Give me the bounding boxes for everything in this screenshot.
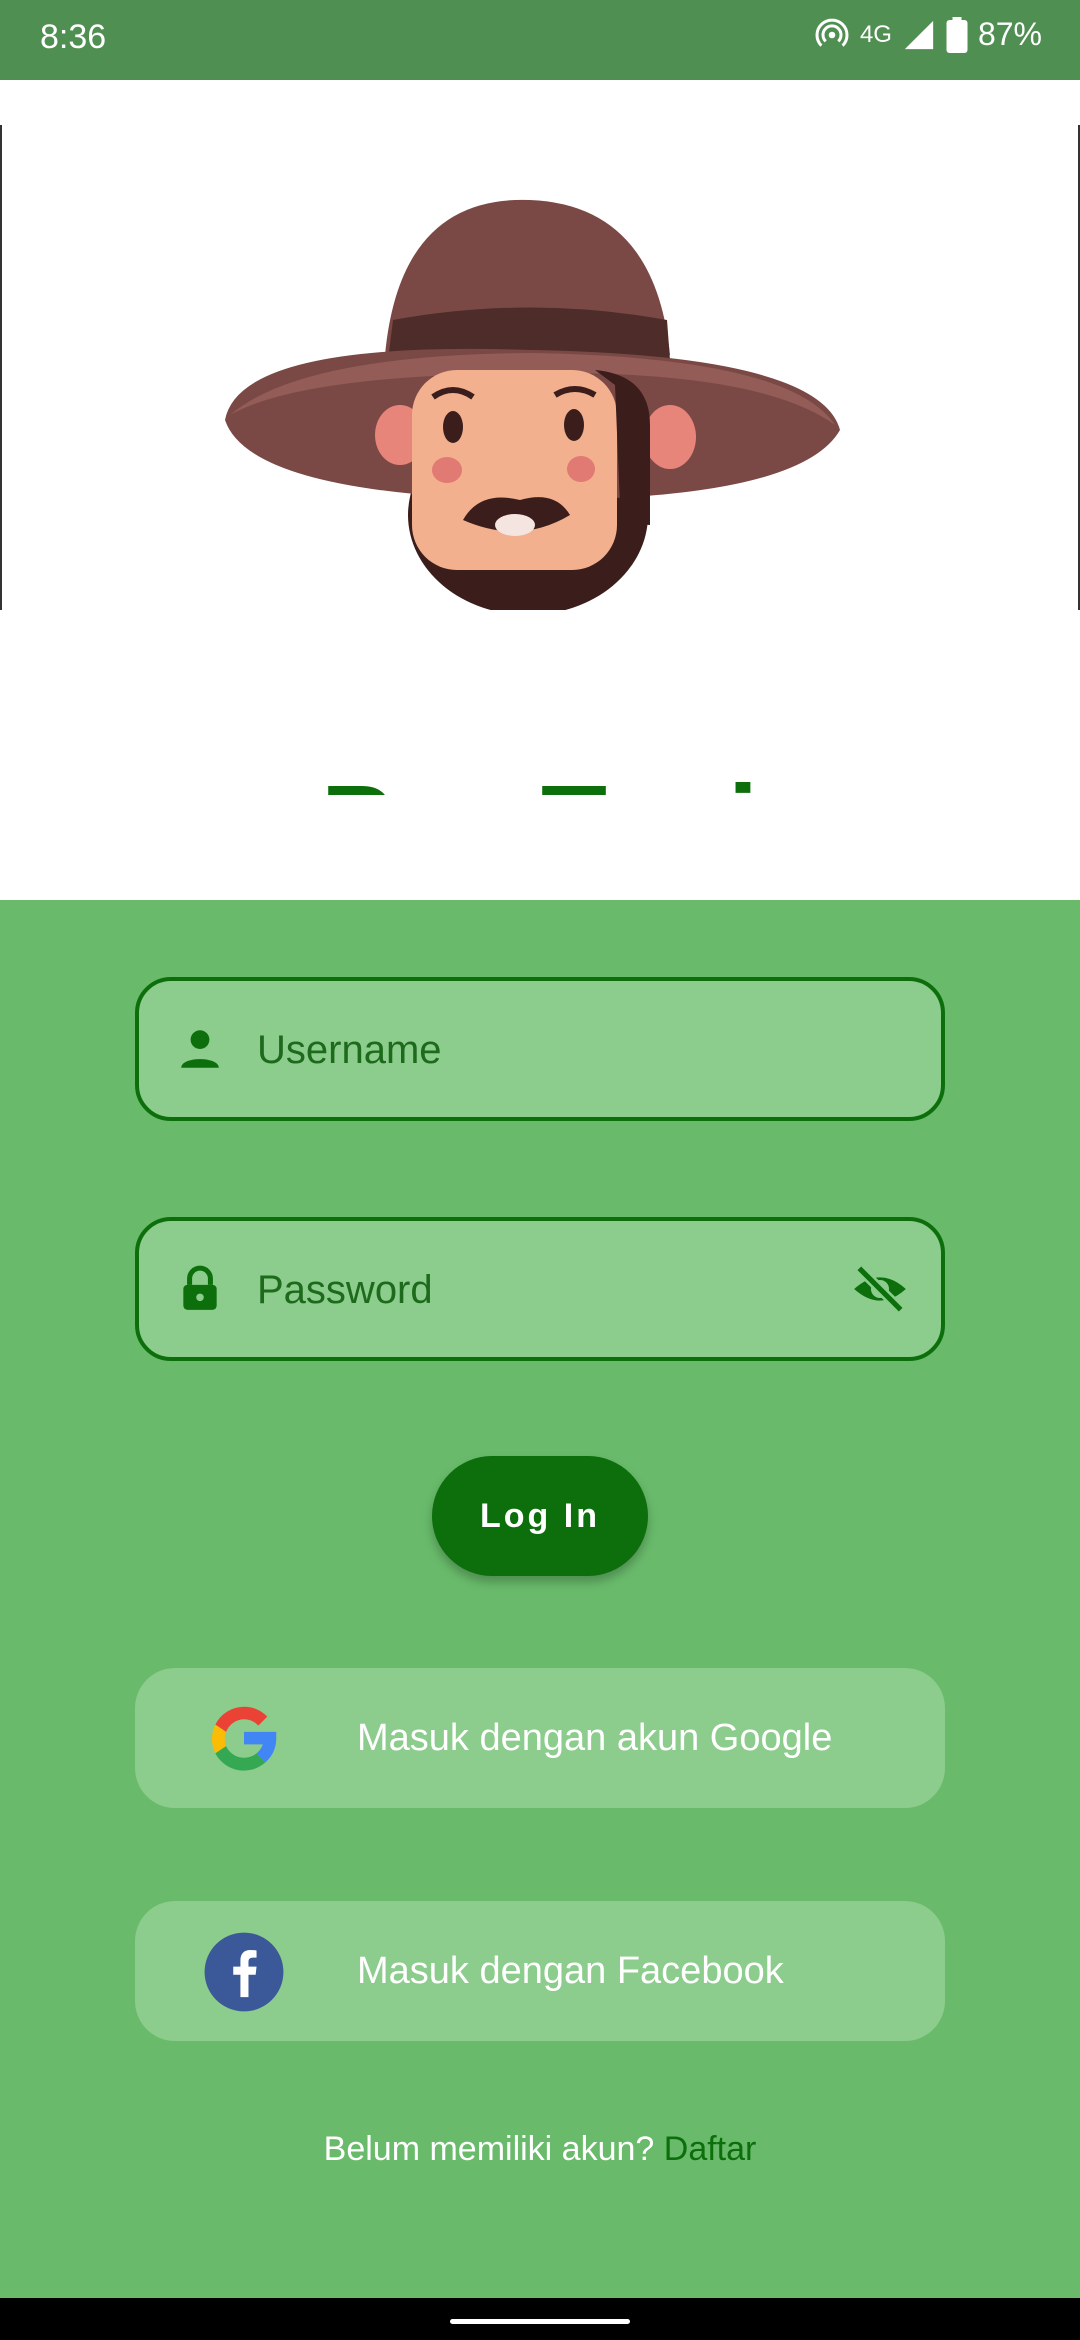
google-signin-button[interactable]: Masuk dengan akun Google <box>135 1668 945 1808</box>
network-type: 4G <box>859 20 892 48</box>
facebook-signin-label: Masuk dengan Facebook <box>357 1950 784 1992</box>
hotspot-icon <box>815 18 849 47</box>
login-button[interactable]: Log In <box>432 1456 648 1576</box>
google-signin-label: Masuk dengan akun Google <box>357 1717 833 1759</box>
password-field[interactable] <box>135 1217 945 1361</box>
header-curve <box>0 795 1080 890</box>
navigation-bar <box>0 2298 1080 2340</box>
farmer-avatar-illustration <box>0 125 1080 615</box>
home-gesture-handle[interactable] <box>450 2319 630 2324</box>
person-icon <box>181 1030 219 1068</box>
facebook-icon <box>204 1932 284 2012</box>
signup-link[interactable]: Daftar <box>664 2130 757 2168</box>
signup-row: Belum memiliki akun? Daftar <box>0 2130 1080 2169</box>
status-bar: 8:36 4G 87% <box>0 0 1080 80</box>
signal-icon <box>904 20 934 49</box>
status-time: 8:36 <box>40 18 107 56</box>
battery-percent: 87% <box>977 16 1042 52</box>
username-field[interactable] <box>135 977 945 1121</box>
status-icons: 4G 87% <box>814 16 1042 53</box>
visibility-off-icon[interactable] <box>849 1258 911 1320</box>
google-icon <box>211 1706 277 1771</box>
lock-icon <box>183 1265 217 1310</box>
username-input[interactable] <box>255 981 859 1119</box>
header-hero: Pro-Tani <box>0 80 1080 900</box>
signup-prompt: Belum memiliki akun? <box>323 2130 655 2168</box>
battery-icon <box>946 16 968 53</box>
facebook-signin-button[interactable]: Masuk dengan Facebook <box>135 1901 945 2041</box>
password-input[interactable] <box>255 1221 859 1359</box>
